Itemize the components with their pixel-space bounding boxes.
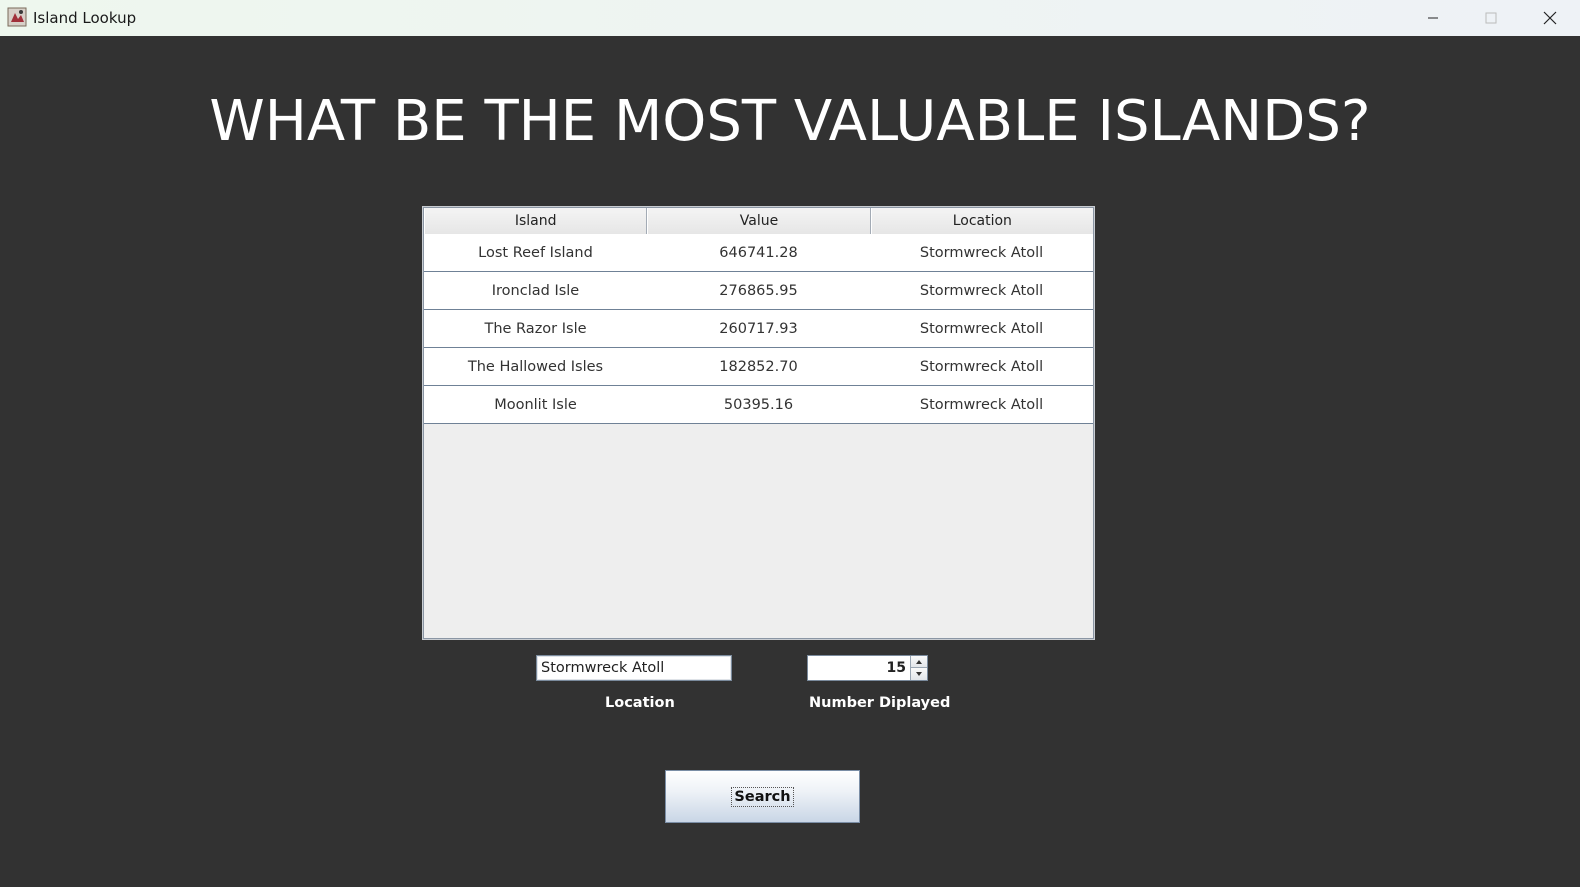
- chevron-down-icon: [916, 672, 922, 676]
- minimize-button[interactable]: [1404, 0, 1462, 36]
- cell-location: Stormwreck Atoll: [919, 282, 1044, 299]
- close-icon: [1543, 11, 1557, 25]
- location-label: Location: [605, 695, 675, 711]
- chevron-up-icon: [916, 659, 922, 664]
- cell-location: Stormwreck Atoll: [919, 244, 1044, 261]
- close-button[interactable]: [1521, 0, 1579, 36]
- maximize-button[interactable]: [1462, 0, 1520, 36]
- cell-island: The Hallowed Isles: [467, 358, 604, 375]
- column-header-value[interactable]: Value: [647, 208, 871, 234]
- table-row[interactable]: Lost Reef Island 646741.28 Stormwreck At…: [424, 234, 1093, 272]
- cell-island: Ironclad Isle: [491, 282, 580, 299]
- window-title: Island Lookup: [33, 9, 137, 27]
- cell-value: 646741.28: [719, 244, 798, 261]
- minimize-icon: [1428, 17, 1438, 19]
- number-displayed-spinner[interactable]: 15: [807, 655, 928, 681]
- location-input[interactable]: Stormwreck Atoll: [536, 655, 732, 681]
- cell-island: Lost Reef Island: [478, 244, 593, 261]
- app-icon: [7, 7, 27, 27]
- spinner-down-button[interactable]: [910, 668, 927, 680]
- table-row[interactable]: Ironclad Isle 276865.95 Stormwreck Atoll: [424, 272, 1093, 310]
- cell-island: Moonlit Isle: [494, 396, 577, 413]
- cell-location: Stormwreck Atoll: [919, 358, 1044, 375]
- cell-value: 182852.70: [719, 358, 798, 375]
- spinner-up-button[interactable]: [910, 656, 927, 668]
- table-row[interactable]: The Razor Isle 260717.93 Stormwreck Atol…: [424, 310, 1093, 348]
- search-button-label: Search: [731, 786, 794, 807]
- title-bar[interactable]: Island Lookup: [0, 0, 1580, 36]
- table-row[interactable]: Moonlit Isle 50395.16 Stormwreck Atoll: [424, 386, 1093, 424]
- cell-value: 276865.95: [719, 282, 798, 299]
- column-header-island[interactable]: Island: [424, 208, 648, 234]
- cell-island: The Razor Isle: [484, 320, 587, 337]
- maximize-icon: [1485, 12, 1497, 24]
- number-displayed-label: Number Diplayed: [809, 695, 951, 711]
- search-button[interactable]: Search: [665, 770, 860, 823]
- cell-location: Stormwreck Atoll: [919, 396, 1044, 413]
- islands-table[interactable]: Island Value Location Lost Reef Island 6…: [422, 206, 1095, 640]
- table-header: Island Value Location: [424, 208, 1093, 234]
- page-title: WHAT BE THE MOST VALUABLE ISLANDS?: [209, 89, 1371, 154]
- cell-value: 260717.93: [719, 320, 798, 337]
- table-body: Lost Reef Island 646741.28 Stormwreck At…: [424, 234, 1093, 424]
- number-displayed-value[interactable]: 15: [810, 658, 908, 678]
- table-row[interactable]: The Hallowed Isles 182852.70 Stormwreck …: [424, 348, 1093, 386]
- cell-value: 50395.16: [723, 396, 794, 413]
- cell-location: Stormwreck Atoll: [919, 320, 1044, 337]
- column-header-location[interactable]: Location: [870, 208, 1093, 234]
